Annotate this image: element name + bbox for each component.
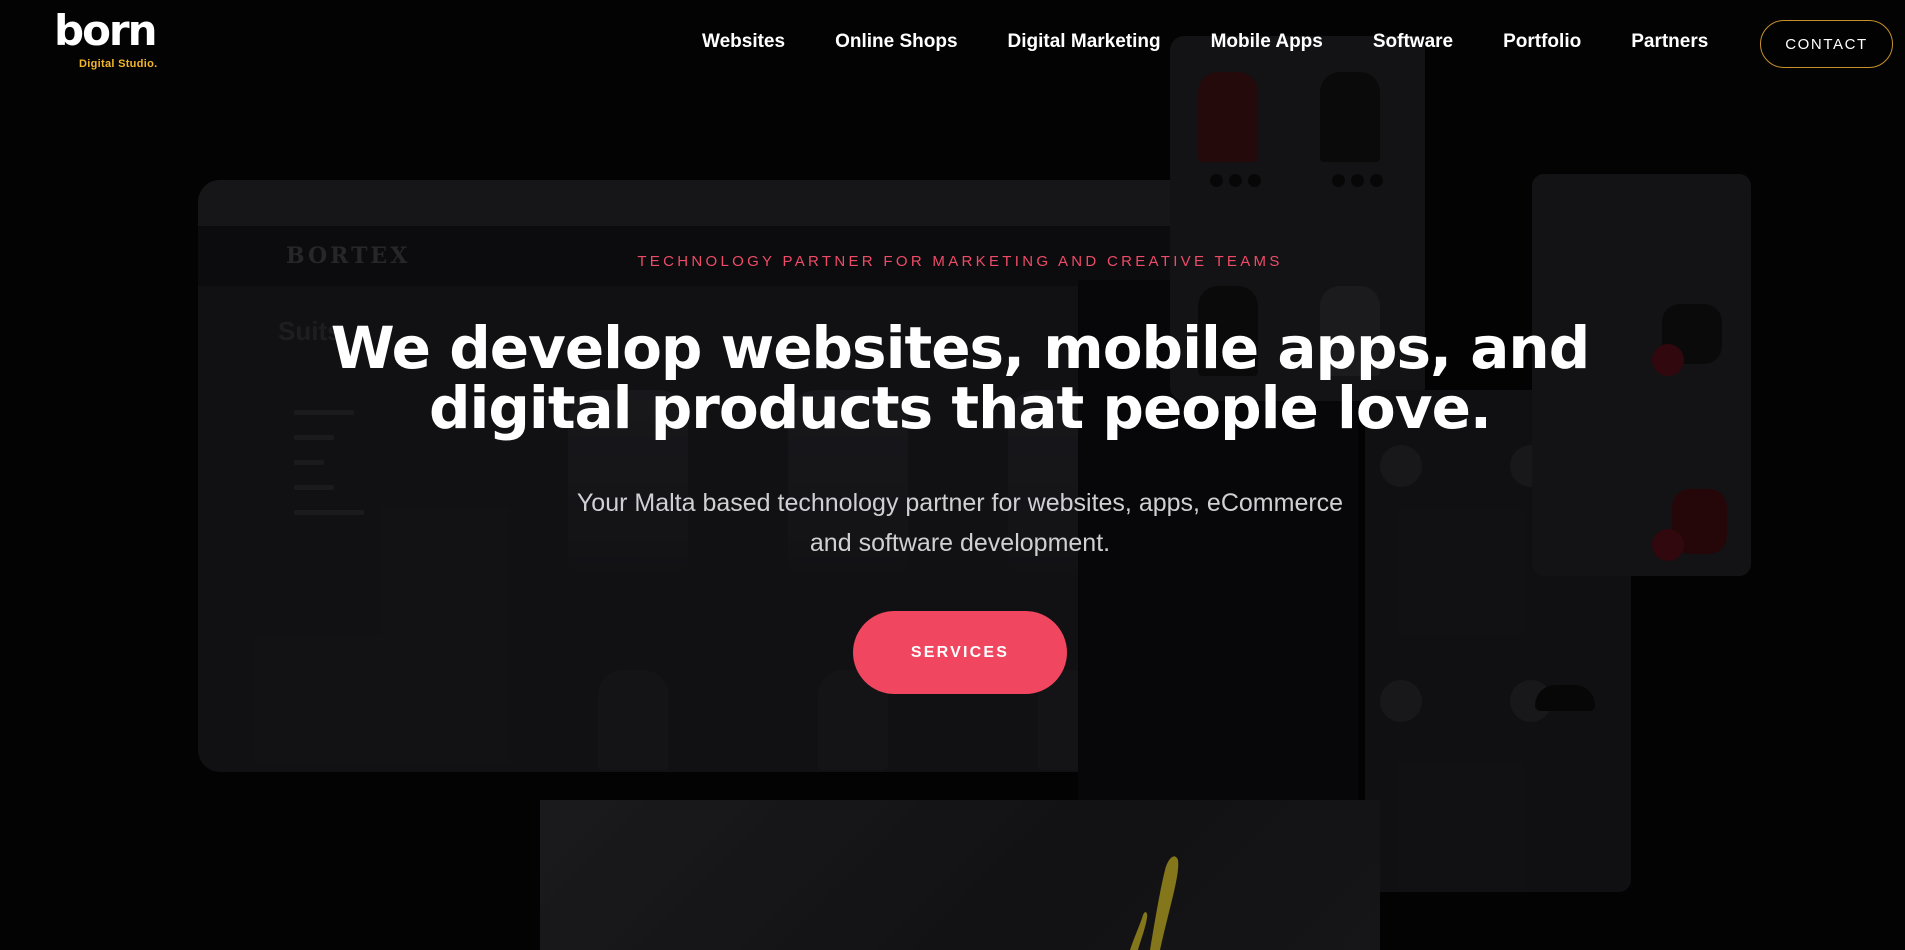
hero-subtitle: Your Malta based technology partner for … [0,483,1905,563]
nav-item-portfolio[interactable]: Portfolio [1503,31,1581,53]
logo-wordmark: born [54,6,158,55]
background-overlay [0,0,1905,950]
nav-item-mobile-apps[interactable]: Mobile Apps [1211,31,1323,53]
nav-item-software[interactable]: Software [1373,31,1453,53]
hero-subtitle-line-1: Your Malta based technology partner for … [576,489,1344,517]
hero-headline-line-2: digital products that people love. [429,374,1492,442]
hero-eyebrow: TECHNOLOGY PARTNER FOR MARKETING AND CRE… [637,253,1283,270]
main-navigation: Websites Online Shops Digital Marketing … [702,31,1708,53]
hero-headline-line-1: We develop websites, mobile apps, and [330,314,1590,382]
site-logo[interactable]: born Digital Studio. [54,10,164,76]
nav-item-partners[interactable]: Partners [1631,31,1708,53]
hero-subtitle-line-2: and software development. [809,529,1111,557]
nav-item-websites[interactable]: Websites [702,31,785,53]
services-button[interactable]: SERVICES [853,611,1067,694]
nav-item-online-shops[interactable]: Online Shops [835,31,957,53]
hero-background-mockups: BORTEX Suits [0,0,1905,950]
nav-item-digital-marketing[interactable]: Digital Marketing [1008,31,1161,53]
logo-tagline: Digital Studio. [79,58,158,70]
contact-button[interactable]: CONTACT [1760,20,1893,68]
hero-headline: We develop websites, mobile apps, and di… [0,318,1905,438]
